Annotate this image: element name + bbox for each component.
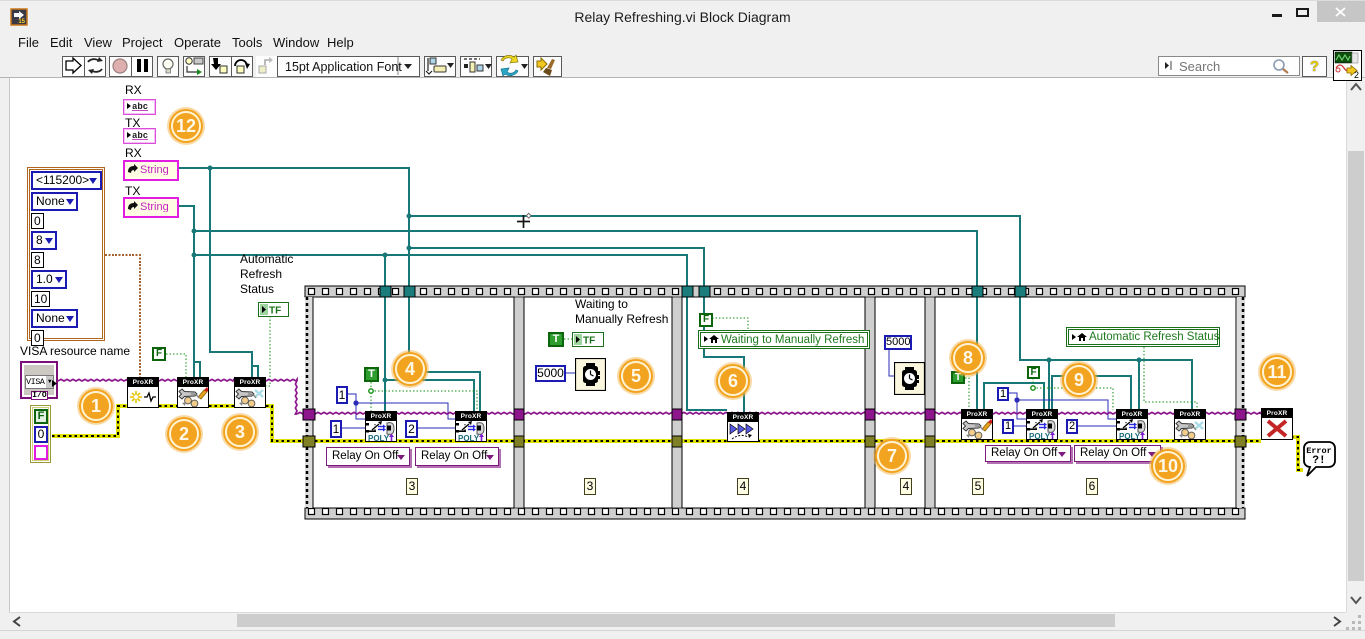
- svg-text:POLY: POLY: [1029, 432, 1051, 440]
- svg-text:2: 2: [1354, 70, 1359, 80]
- svg-text:String: String: [140, 164, 169, 175]
- svg-text:?!: ?!: [1312, 455, 1325, 467]
- svg-text:POLY: POLY: [1119, 432, 1141, 440]
- svg-text:POLY: POLY: [458, 434, 480, 442]
- svg-text:String: String: [140, 201, 169, 212]
- svg-text:TF: TF: [269, 306, 281, 317]
- svg-text:TF: TF: [583, 336, 595, 347]
- svg-text:POLY: POLY: [368, 434, 390, 442]
